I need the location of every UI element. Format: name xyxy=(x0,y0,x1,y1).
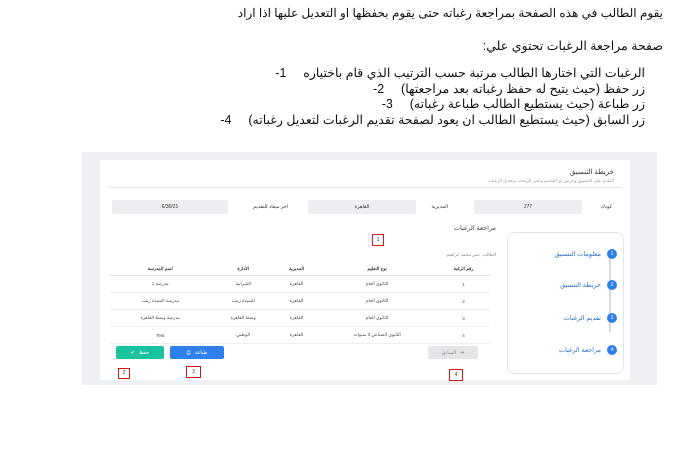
intro-paragraph: يقوم الطالب في هذه الصفحة بمراجعة رغباته… xyxy=(237,6,663,20)
list-item-number: -2 xyxy=(373,81,385,96)
list-heading: صفحة مراجعة الرغبات تحتوي علي: xyxy=(482,39,663,53)
table-cell: 3 xyxy=(437,309,490,327)
steps-sidebar: 1 معلومات التنسيق 2 خريطة التنسيق 3 تقدي… xyxy=(507,232,624,374)
code-field: 277 xyxy=(474,200,582,214)
table-cell: القاهرة xyxy=(275,292,318,310)
step-number-badge: 2 xyxy=(607,280,617,290)
embedded-screenshot: خريطة التنسيق التقدم على التنسيق وعرض تم… xyxy=(82,152,657,385)
list-item-text: الرغبات التي اختارها الطالب مرتبة حسب ال… xyxy=(303,66,645,80)
step-map[interactable]: 2 خريطة التنسيق xyxy=(560,280,617,290)
table-cell: 4 xyxy=(437,326,490,344)
directorate-label: المديرية xyxy=(431,204,448,210)
table-cell: مدرسة 1 xyxy=(110,275,211,293)
student-name: الطالب: عمر محمد ابراهيم xyxy=(446,252,497,257)
column-header: اسم المدرسة xyxy=(110,262,211,276)
section-title: مراجعة الرغبات xyxy=(453,225,496,232)
table-cell: مدرسة وسط القاهرة xyxy=(110,309,211,327)
step-review[interactable]: 4 مراجعة الرغبات xyxy=(559,345,617,355)
page-title: خريطة التنسيق xyxy=(569,169,614,176)
table-row: 3 الثانوي العام القاهرة وسط القاهرة مدرس… xyxy=(110,309,490,327)
list-item-number: -4 xyxy=(220,112,232,127)
table-cell: الشرابية xyxy=(210,275,276,293)
list-item: زر السابق (حيث يستطيع الطالب ان يعود لصف… xyxy=(220,113,645,129)
list-item-number: -1 xyxy=(275,66,287,80)
review-card: خريطة التنسيق التقدم على التنسيق وعرض تم… xyxy=(100,160,630,380)
step-number-badge: 4 xyxy=(607,345,617,355)
column-header: الادارة xyxy=(210,262,276,276)
list-item-text: زر السابق (حيث يستطيع الطالب ان يعود لصف… xyxy=(248,112,645,127)
previous-button-label: السابق xyxy=(441,349,457,356)
previous-button[interactable]: السابق ➔ xyxy=(428,346,478,359)
save-button-label: حفظ xyxy=(138,349,150,356)
column-header: نوع التعليم xyxy=(317,262,438,276)
table-cell: القاهرة xyxy=(275,275,318,293)
deadline-label: اخر ميعاد للتقديم xyxy=(253,204,288,210)
table-cell: القاهرة xyxy=(275,309,318,327)
table-cell: الثانوي العام xyxy=(317,292,438,310)
table-cell: الثانوي العام xyxy=(317,309,438,327)
step-info[interactable]: 1 معلومات التنسيق xyxy=(555,249,617,259)
callout-marker: 4 xyxy=(449,369,463,381)
table-cell: Test xyxy=(110,326,211,344)
table-row: 2 الثانوي العام القاهرة السيدة زينب مدرس… xyxy=(110,292,490,310)
column-header: المديرية xyxy=(275,262,318,276)
callout-marker: 2 xyxy=(118,368,130,379)
print-button[interactable]: ⎙ طباعة xyxy=(170,346,224,359)
table-row: 4 الثانوي الصناعي 3 سنوات القاهرة الوطني… xyxy=(110,326,490,344)
list-item-text: زر طباعة (حيث يستطيع الطالب طباعة رغباته… xyxy=(409,97,645,111)
table-cell: وسط القاهرة xyxy=(210,309,276,327)
table-cell: الثانوي الصناعي 3 سنوات xyxy=(317,326,438,344)
step-number-badge: 1 xyxy=(607,249,617,259)
table-cell: 2 xyxy=(437,292,490,310)
print-button-label: طباعة xyxy=(194,349,208,356)
feature-list: الرغبات التي اختارها الطالب مرتبة حسب ال… xyxy=(220,66,645,128)
callout-marker: 3 xyxy=(186,366,201,378)
table-row: 1 الثانوي العام القاهرة الشرابية مدرسة 1 xyxy=(110,275,490,293)
code-label: كودك xyxy=(600,204,612,210)
table-cell: مدرسة السيدة زينب xyxy=(110,292,211,310)
save-button[interactable]: ✔ حفظ xyxy=(116,346,164,359)
table-cell: 1 xyxy=(437,275,490,293)
table-cell: الثانوي العام xyxy=(317,275,438,293)
list-item: الرغبات التي اختارها الطالب مرتبة حسب ال… xyxy=(220,66,645,82)
table-cell: الوطني xyxy=(210,326,276,344)
step-label: خريطة التنسيق xyxy=(560,282,601,289)
step-apply[interactable]: 3 تقديم الرغبات xyxy=(564,313,617,323)
list-item: زر حفظ (حيث يتيح له حفظ رغباته بعد مراجع… xyxy=(220,82,645,98)
step-label: مراجعة الرغبات xyxy=(558,347,601,354)
table-cell: السيدة زينب xyxy=(210,292,276,310)
step-label: تقديم الرغبات xyxy=(563,315,601,322)
deadline-field: 6/30/21 xyxy=(112,200,228,214)
column-header: رقم الرغبة xyxy=(437,262,490,276)
arrow-right-icon: ➔ xyxy=(460,349,465,356)
printer-icon: ⎙ xyxy=(186,349,191,356)
page-subtitle: التقدم على التنسيق وعرض تم التقديم وعلى … xyxy=(487,178,614,183)
table-header-row: رقم الرغبة نوع التعليم المديرية الادارة … xyxy=(110,262,490,276)
wishes-table: رقم الرغبة نوع التعليم المديرية الادارة … xyxy=(110,262,490,344)
table-cell: القاهرة xyxy=(275,326,318,344)
divider xyxy=(108,187,622,188)
list-item-number: -3 xyxy=(381,97,393,111)
callout-marker: 1 xyxy=(372,234,384,246)
list-item: زر طباعة (حيث يستطيع الطالب طباعة رغباته… xyxy=(220,97,645,113)
list-item-text: زر حفظ (حيث يتيح له حفظ رغباته بعد مراجع… xyxy=(401,81,645,96)
step-label: معلومات التنسيق xyxy=(554,251,601,258)
check-icon: ✔ xyxy=(130,349,135,356)
step-number-badge: 3 xyxy=(607,313,617,323)
directorate-field: القاهرة xyxy=(308,200,416,214)
